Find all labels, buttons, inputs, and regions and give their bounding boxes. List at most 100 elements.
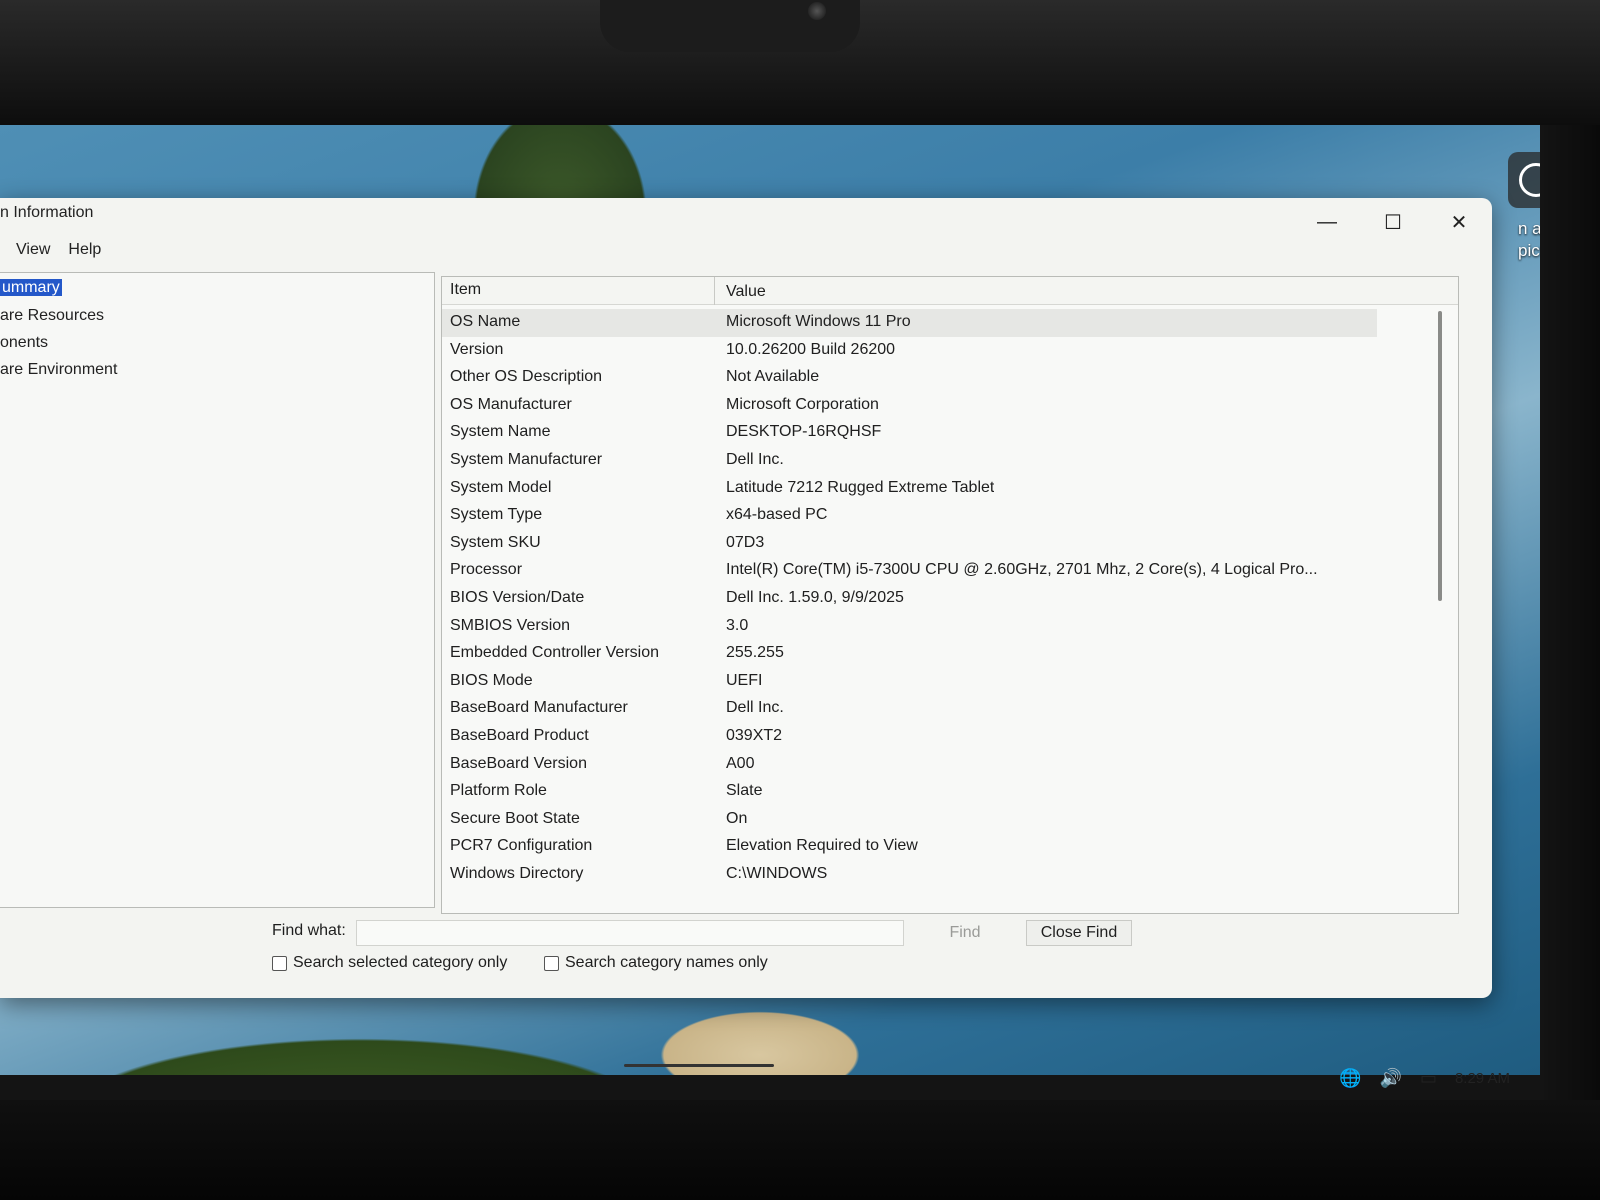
search-selected-category-label: Search selected category only xyxy=(293,954,508,971)
row-value: UEFI xyxy=(726,671,763,689)
network-icon[interactable]: 🌐 xyxy=(1339,1068,1361,1089)
menu-help[interactable]: Help xyxy=(68,241,101,259)
vertical-scrollbar[interactable] xyxy=(1438,311,1442,601)
table-row[interactable]: System Type x64-based PC xyxy=(442,502,1377,530)
row-item: Other OS Description xyxy=(450,368,603,386)
window-controls: — ☐ ✕ xyxy=(1294,198,1492,246)
system-information-window: n Information — ☐ ✕ View Help ummary are… xyxy=(0,198,1492,998)
table-row[interactable]: Windows Directory C:\WINDOWS xyxy=(442,861,1377,889)
row-item: OS Manufacturer xyxy=(450,395,572,413)
table-row[interactable]: Secure Boot State On xyxy=(442,806,1377,834)
table-row[interactable]: System SKU 07D3 xyxy=(442,530,1377,558)
tree-item-label: ummary xyxy=(0,279,62,296)
row-item: BIOS Mode xyxy=(450,671,533,689)
row-item: Windows Directory xyxy=(450,865,584,882)
battery-icon[interactable]: ▭ xyxy=(1420,1068,1437,1089)
row-item: System Name xyxy=(450,423,551,441)
search-selected-category-option[interactable]: Search selected category only xyxy=(272,954,507,972)
tree-item-components[interactable]: onents xyxy=(0,334,48,352)
close-find-button[interactable]: Close Find xyxy=(1026,920,1132,946)
column-header-value[interactable]: Value xyxy=(726,283,766,301)
table-row[interactable]: Version 10.0.26200 Build 26200 xyxy=(442,337,1377,365)
minimize-button[interactable]: — xyxy=(1294,198,1360,246)
taskbar: 🌐 🔊 ▭ 8:29 AM xyxy=(0,1048,1540,1100)
system-tray: 🌐 🔊 ▭ 8:29 AM xyxy=(1339,1068,1510,1089)
webcam-lens-icon xyxy=(808,2,826,20)
row-item: BaseBoard Product xyxy=(450,727,589,744)
row-value: Latitude 7212 Rugged Extreme Tablet xyxy=(726,478,995,496)
row-value: Not Available xyxy=(726,368,820,386)
category-tree: ummary are Resources onents are Environm… xyxy=(0,272,435,908)
table-row[interactable]: OS Name Microsoft Windows 11 Pro xyxy=(442,309,1377,337)
row-item: Embedded Controller Version xyxy=(450,644,660,662)
row-value: Dell Inc. xyxy=(726,699,784,717)
row-item: BIOS Version/Date xyxy=(450,589,585,606)
close-button[interactable]: ✕ xyxy=(1426,198,1492,246)
search-selected-category-checkbox[interactable] xyxy=(272,955,287,971)
screen-bezel-right xyxy=(1540,125,1600,1100)
row-item: OS Name xyxy=(450,313,521,330)
table-row[interactable]: Other OS Description Not Available xyxy=(442,364,1377,392)
row-item: PCR7 Configuration xyxy=(450,837,593,855)
row-item: System Type xyxy=(450,506,543,524)
row-value: 07D3 xyxy=(726,533,765,551)
details-list: Item Value OS Name Microsoft Windows 11 P… xyxy=(441,276,1459,914)
tree-item-software-environment[interactable]: are Environment xyxy=(0,361,117,379)
row-value: A00 xyxy=(726,754,755,772)
maximize-button[interactable]: ☐ xyxy=(1360,198,1426,246)
table-row[interactable]: BIOS Mode UEFI xyxy=(442,668,1377,696)
table-row[interactable]: System Model Latitude 7212 Rugged Extreme… xyxy=(442,475,1377,503)
table-row[interactable]: Processor Intel(R) Core(TM) i5-7300U CPU … xyxy=(442,557,1377,585)
row-item: SMBIOS Version xyxy=(450,616,571,634)
row-value: Dell Inc. 1.59.0, 9/9/2025 xyxy=(726,589,904,606)
find-button[interactable]: Find xyxy=(916,920,1014,946)
menu-bar: View Help xyxy=(0,236,101,264)
list-header: Item Value xyxy=(442,277,1458,305)
home-indicator[interactable] xyxy=(624,1064,774,1067)
table-row[interactable]: System Manufacturer Dell Inc. xyxy=(442,447,1377,475)
find-bar: Find what: Find Close Find Search select… xyxy=(0,914,1492,998)
table-row[interactable]: Embedded Controller Version 255.255 xyxy=(442,640,1377,668)
row-value: Dell Inc. xyxy=(726,451,784,468)
row-value: On xyxy=(726,809,748,827)
window-title: n Information xyxy=(0,204,94,221)
find-what-input[interactable] xyxy=(356,920,904,946)
table-row[interactable]: BaseBoard Version A00 xyxy=(442,751,1377,779)
row-item: BaseBoard Version xyxy=(450,754,587,772)
row-item: Version xyxy=(450,340,504,358)
row-item: Platform Role xyxy=(450,782,547,800)
volume-icon[interactable]: 🔊 xyxy=(1380,1068,1402,1089)
menu-view[interactable]: View xyxy=(16,241,50,259)
clock[interactable]: 8:29 AM xyxy=(1455,1070,1510,1087)
column-header-item[interactable]: Item xyxy=(450,281,481,299)
search-category-names-option[interactable]: Search category names only xyxy=(544,954,768,972)
row-value: 039XT2 xyxy=(726,727,783,744)
row-value: Microsoft Windows 11 Pro xyxy=(726,313,911,330)
table-row[interactable]: BIOS Version/Date Dell Inc. 1.59.0, 9/9/2… xyxy=(442,585,1377,613)
screen-bezel-bottom xyxy=(0,1100,1600,1200)
row-value: Microsoft Corporation xyxy=(726,395,879,413)
row-item: System SKU xyxy=(450,533,541,551)
table-row[interactable]: OS Manufacturer Microsoft Corporation xyxy=(442,392,1377,420)
table-row[interactable]: Platform Role Slate xyxy=(442,778,1377,806)
row-item: System Model xyxy=(450,478,552,496)
row-item: Processor xyxy=(450,561,523,579)
row-value: C:\WINDOWS xyxy=(726,865,828,882)
row-value: x64-based PC xyxy=(726,506,828,524)
row-value: DESKTOP-16RQHSF xyxy=(726,423,882,441)
row-item: BaseBoard Manufacturer xyxy=(450,699,628,717)
table-row[interactable]: System Name DESKTOP-16RQHSF xyxy=(442,419,1377,447)
row-value: Intel(R) Core(TM) i5-7300U CPU @ 2.60GHz… xyxy=(726,561,1318,579)
table-row[interactable]: BaseBoard Manufacturer Dell Inc. xyxy=(442,695,1377,723)
title-bar[interactable]: n Information xyxy=(0,198,1492,232)
row-item: System Manufacturer xyxy=(450,451,603,468)
table-row[interactable]: SMBIOS Version 3.0 xyxy=(442,613,1377,641)
row-item: Secure Boot State xyxy=(450,809,580,827)
table-row[interactable]: PCR7 Configuration Elevation Required to … xyxy=(442,833,1377,861)
column-divider[interactable] xyxy=(714,277,715,305)
tree-item-system-summary[interactable]: ummary xyxy=(0,279,62,297)
search-category-names-label: Search category names only xyxy=(565,954,768,971)
table-row[interactable]: BaseBoard Product 039XT2 xyxy=(442,723,1377,751)
tree-item-hardware-resources[interactable]: are Resources xyxy=(0,307,104,325)
search-category-names-checkbox[interactable] xyxy=(544,955,559,971)
